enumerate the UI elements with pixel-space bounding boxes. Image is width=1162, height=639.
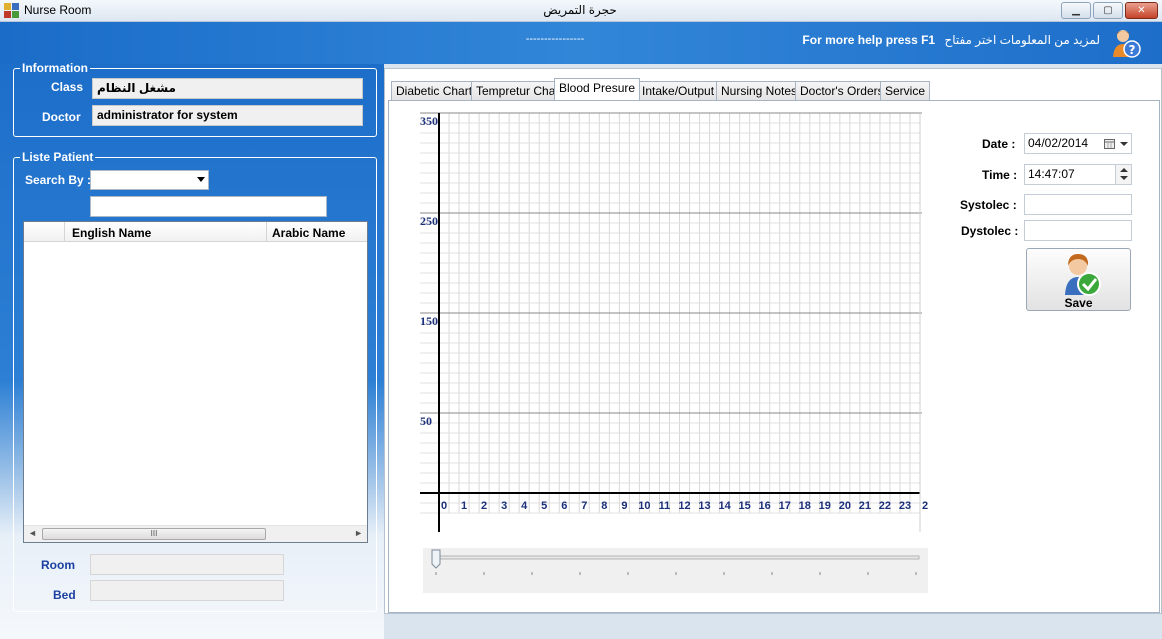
title-bar: Nurse Room حجرة التمريض ▁ ▢ ✕ <box>0 0 1162 22</box>
class-label: Class <box>51 80 84 94</box>
minimize-button[interactable]: ▁ <box>1061 2 1091 19</box>
tab-intake-output[interactable]: Intake/Output <box>637 81 720 100</box>
date-label: Date : <box>982 137 1016 151</box>
help-user-icon[interactable]: ? <box>1110 27 1142 59</box>
date-picker[interactable]: 04/02/2014 <box>1024 133 1132 154</box>
patient-list-legend: Liste Patient <box>22 150 94 164</box>
doctor-field: administrator for system <box>92 105 363 126</box>
help-text-ar: لمزيد من المعلومات اختر مفتاح <box>944 33 1100 47</box>
scroll-left-icon[interactable]: ◄ <box>28 528 37 538</box>
svg-text:?: ? <box>1129 43 1136 57</box>
column-arabic-name[interactable]: Arabic Name <box>272 226 345 240</box>
scroll-right-icon[interactable]: ► <box>354 528 363 538</box>
column-separator <box>266 222 267 242</box>
save-user-icon <box>1065 254 1101 296</box>
patient-grid-header: English Name Arabic Name <box>24 222 367 242</box>
tab-doctors-orders[interactable]: Doctor's Orders <box>795 81 889 100</box>
calendar-icon[interactable] <box>1104 138 1115 149</box>
date-value: 04/02/2014 <box>1028 136 1089 150</box>
help-text: For more help press F1 لمزيد من المعلوما… <box>802 33 1100 47</box>
horizontal-scrollbar[interactable]: ◄ III ► <box>24 525 367 542</box>
bed-label: Bed <box>53 588 76 602</box>
time-value: 14:47:07 <box>1028 167 1075 181</box>
patient-grid[interactable]: English Name Arabic Name ◄ III ► <box>23 221 368 543</box>
window-arabic-title: حجرة التمريض <box>543 3 617 17</box>
diastolic-input[interactable] <box>1024 220 1132 241</box>
scrollbar-thumb[interactable]: III <box>42 528 266 540</box>
trackbar-thumb[interactable] <box>431 549 441 569</box>
tab-diabetic-chart[interactable]: Diabetic Chart <box>391 81 478 100</box>
help-text-en: For more help press F1 <box>802 33 936 47</box>
time-trackbar[interactable] <box>423 548 928 593</box>
column-separator <box>64 222 65 242</box>
time-label: Time : <box>982 168 1018 182</box>
tab-service[interactable]: Service <box>880 81 931 100</box>
systolic-input[interactable] <box>1024 194 1132 215</box>
trackbar-track[interactable] <box>432 555 920 560</box>
search-input[interactable] <box>90 196 327 217</box>
save-label: Save <box>1064 296 1093 310</box>
tab-blood-presure[interactable]: Blood Presure <box>554 78 641 100</box>
header-banner: ---------------- For more help press F1 … <box>0 22 1162 64</box>
room-field <box>90 554 284 575</box>
room-label: Room <box>41 558 75 572</box>
spin-up-icon[interactable] <box>1120 168 1128 172</box>
systolic-label: Systolec : <box>960 198 1017 212</box>
tab-nursing-notes[interactable]: Nursing Notes <box>716 81 803 100</box>
time-picker[interactable]: 14:47:07 <box>1024 164 1132 185</box>
column-english-name[interactable]: English Name <box>72 226 151 240</box>
information-legend: Information <box>22 61 88 75</box>
bed-field <box>90 580 284 601</box>
header-dashes: ---------------- <box>525 33 585 45</box>
window-title: Nurse Room <box>24 3 92 17</box>
doctor-label: Doctor <box>42 110 81 124</box>
save-button[interactable]: Save <box>1026 248 1131 311</box>
trackbar-graphic[interactable] <box>423 548 928 593</box>
class-field: مشغل النظام <box>92 78 363 99</box>
diastolic-label: Dystolec : <box>961 224 1019 238</box>
spin-down-icon[interactable] <box>1120 176 1128 180</box>
search-by-combo[interactable] <box>90 170 209 190</box>
time-spinner[interactable] <box>1115 165 1131 184</box>
chevron-down-icon[interactable] <box>197 177 205 182</box>
close-button[interactable]: ✕ <box>1125 2 1158 19</box>
app-icon <box>4 3 20 19</box>
maximize-button[interactable]: ▢ <box>1093 2 1123 19</box>
chevron-down-icon[interactable] <box>1120 142 1128 146</box>
search-by-label: Search By : <box>25 173 92 187</box>
